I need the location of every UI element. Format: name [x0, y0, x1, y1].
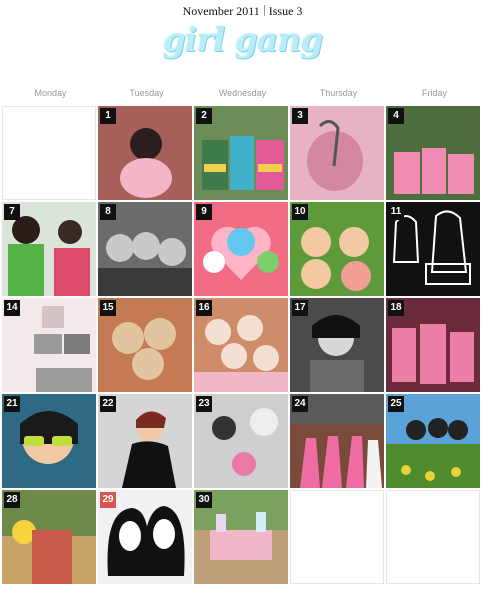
newsletter-header: November 2011 Issue 3 girl gang	[0, 0, 485, 86]
day-number-badge: 1	[100, 108, 116, 124]
day-number-badge: 22	[100, 396, 116, 412]
calendar-cell-empty	[290, 490, 384, 584]
day-number-badge: 24	[292, 396, 308, 412]
calendar-cell-3[interactable]: 3	[290, 106, 384, 200]
calendar-cell-29[interactable]: 29	[98, 490, 192, 584]
day-number-badge: 28	[4, 492, 20, 508]
day-number-badge: 15	[100, 300, 116, 316]
calendar-cell-28[interactable]: 28	[2, 490, 96, 584]
calendar-cell-30[interactable]: 30	[194, 490, 288, 584]
day-number-badge: 4	[388, 108, 404, 124]
calendar-cell-25[interactable]: 25	[386, 394, 480, 488]
weekday-monday: Monday	[34, 88, 67, 98]
calendar-cell-10[interactable]: 10	[290, 202, 384, 296]
day-number-badge: 16	[196, 300, 212, 316]
calendar-cell-1[interactable]: 1	[98, 106, 192, 200]
calendar-cell-9[interactable]: 9	[194, 202, 288, 296]
separator	[263, 5, 265, 16]
day-number-badge: 30	[196, 492, 212, 508]
calendar-cell-18[interactable]: 18	[386, 298, 480, 392]
day-number-badge: 14	[4, 300, 20, 316]
day-number-badge: 25	[388, 396, 404, 412]
day-number-badge: 29	[100, 492, 116, 508]
day-number-badge: 23	[196, 396, 212, 412]
calendar-cell-8[interactable]: 8	[98, 202, 192, 296]
day-number-badge: 11	[388, 204, 404, 220]
calendar-cell-2[interactable]: 2	[194, 106, 288, 200]
calendar-cell-16[interactable]: 16	[194, 298, 288, 392]
calendar-cell-11[interactable]: 11	[386, 202, 480, 296]
calendar-cell-empty	[386, 490, 480, 584]
calendar-cell-22[interactable]: 22	[98, 394, 192, 488]
calendar-cell-4[interactable]: 4	[386, 106, 480, 200]
day-number-badge: 17	[292, 300, 308, 316]
calendar-cell-17[interactable]: 17	[290, 298, 384, 392]
weekday-tuesday: Tuesday	[129, 88, 164, 98]
calendar-cell-14[interactable]: 14	[2, 298, 96, 392]
day-number-badge: 10	[292, 204, 308, 220]
calendar-cell-7[interactable]: 7	[2, 202, 96, 296]
month-label: November 2011	[182, 4, 260, 18]
calendar-grid: 1 2 3 4 7 8 9 10 11 14 15 16 17 18 21 22…	[2, 106, 483, 586]
day-number-badge: 18	[388, 300, 404, 316]
calendar-cell-15[interactable]: 15	[98, 298, 192, 392]
calendar-cell-24[interactable]: 24	[290, 394, 384, 488]
day-number-badge: 8	[100, 204, 116, 220]
calendar-cell-empty	[2, 106, 96, 200]
day-number-badge: 21	[4, 396, 20, 412]
issue-label: Issue 3	[268, 4, 303, 18]
girl-gang-logo[interactable]: girl gang	[0, 20, 485, 59]
weekday-wednesday: Wednesday	[218, 88, 267, 98]
day-number-badge: 9	[196, 204, 212, 220]
day-number-badge: 7	[4, 204, 20, 220]
day-number-badge: 3	[292, 108, 308, 124]
calendar-cell-23[interactable]: 23	[194, 394, 288, 488]
day-number-badge: 2	[196, 108, 212, 124]
weekday-thursday: Thursday	[319, 88, 358, 98]
weekday-friday: Friday	[421, 88, 447, 98]
issue-line: November 2011 Issue 3	[0, 4, 485, 19]
calendar-cell-21[interactable]: 21	[2, 394, 96, 488]
weekday-header-row: Monday Tuesday Wednesday Thursday Friday	[0, 88, 485, 102]
